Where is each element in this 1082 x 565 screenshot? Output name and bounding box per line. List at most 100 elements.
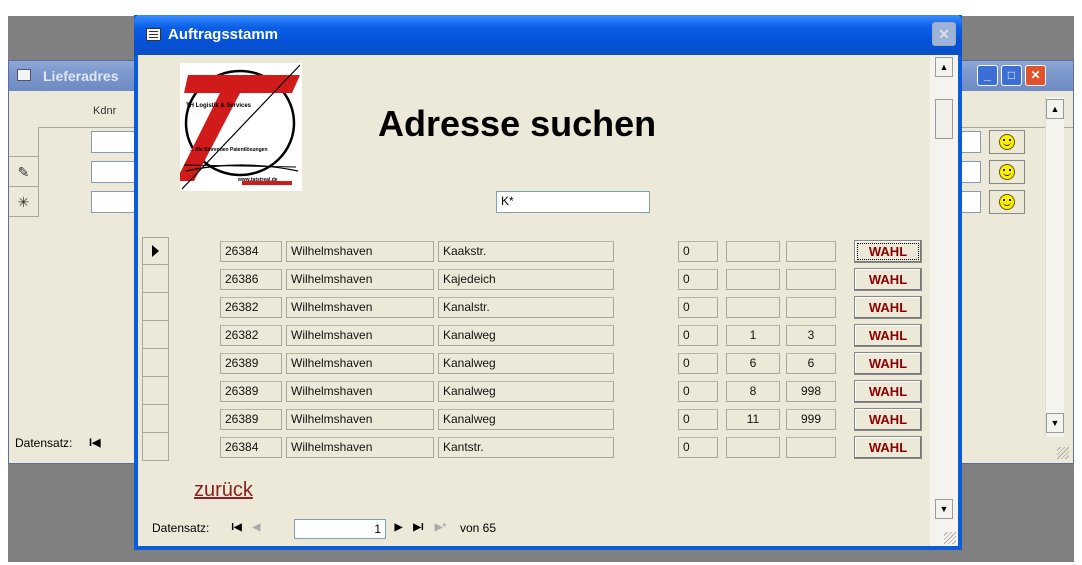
city-field[interactable]: Wilhelmshaven xyxy=(286,353,434,374)
house-from-field[interactable] xyxy=(726,269,780,290)
wahl-button[interactable]: WAHL xyxy=(854,324,922,347)
wahl-button[interactable]: WAHL xyxy=(854,436,922,459)
record-selector[interactable] xyxy=(142,433,169,461)
plz-field[interactable]: 26389 xyxy=(220,353,282,374)
scroll-thumb[interactable] xyxy=(935,99,953,139)
city-field[interactable]: Wilhelmshaven xyxy=(286,297,434,318)
house-from-field[interactable] xyxy=(726,437,780,458)
record-selector-new[interactable]: ✳ xyxy=(9,187,39,217)
city-field[interactable]: Wilhelmshaven xyxy=(286,241,434,262)
number-field[interactable]: 0 xyxy=(678,381,718,402)
table-row[interactable]: 26386 Wilhelmshaven Kajedeich 0 WAHL xyxy=(138,265,930,293)
plz-field[interactable]: 26384 xyxy=(220,437,282,458)
first-record-button[interactable]: I◀ xyxy=(228,519,245,537)
record-selector[interactable] xyxy=(142,349,169,377)
background-scrollbar[interactable]: ▲ ▼ xyxy=(1045,97,1064,437)
house-from-field[interactable] xyxy=(726,297,780,318)
right-field[interactable] xyxy=(961,131,981,153)
city-field[interactable]: Wilhelmshaven xyxy=(286,325,434,346)
next-record-button[interactable]: ▶ xyxy=(390,519,407,537)
house-from-field[interactable]: 6 xyxy=(726,353,780,374)
record-selector[interactable] xyxy=(142,377,169,405)
house-to-field[interactable] xyxy=(786,437,836,458)
city-field[interactable]: Wilhelmshaven xyxy=(286,269,434,290)
number-field[interactable]: 0 xyxy=(678,353,718,374)
house-to-field[interactable]: 999 xyxy=(786,409,836,430)
right-field[interactable] xyxy=(961,191,981,213)
wahl-button[interactable]: WAHL xyxy=(854,268,922,291)
house-to-field[interactable] xyxy=(786,297,836,318)
table-row[interactable]: 26384 Wilhelmshaven Kaakstr. 0 WAHL xyxy=(138,237,930,265)
table-row[interactable]: 26382 Wilhelmshaven Kanalweg 0 1 3 WAHL xyxy=(138,321,930,349)
number-field[interactable]: 0 xyxy=(678,437,718,458)
close-button[interactable]: ✕ xyxy=(1025,65,1046,86)
record-selector[interactable] xyxy=(142,265,169,293)
house-to-field[interactable] xyxy=(786,269,836,290)
plz-field[interactable]: 26382 xyxy=(220,325,282,346)
record-selector[interactable] xyxy=(9,127,39,157)
number-field[interactable]: 0 xyxy=(678,297,718,318)
wahl-button[interactable]: WAHL xyxy=(854,296,922,319)
right-field[interactable] xyxy=(961,161,981,183)
scroll-up-button[interactable]: ▲ xyxy=(935,57,953,77)
resize-grip[interactable] xyxy=(1057,447,1069,459)
city-field[interactable]: Wilhelmshaven xyxy=(286,437,434,458)
new-record-button[interactable]: ▶* xyxy=(432,519,449,537)
street-field[interactable]: Kaakstr. xyxy=(438,241,614,262)
house-to-field[interactable]: 998 xyxy=(786,381,836,402)
plz-field[interactable]: 26389 xyxy=(220,381,282,402)
wahl-button[interactable]: WAHL xyxy=(854,408,922,431)
street-field[interactable]: Kajedeich xyxy=(438,269,614,290)
plz-field[interactable]: 26382 xyxy=(220,297,282,318)
street-field[interactable]: Kantstr. xyxy=(438,437,614,458)
kdnr-field[interactable] xyxy=(91,161,135,183)
city-field[interactable]: Wilhelmshaven xyxy=(286,409,434,430)
street-field[interactable]: Kanalstr. xyxy=(438,297,614,318)
house-from-field[interactable]: 8 xyxy=(726,381,780,402)
last-record-button[interactable]: ▶I xyxy=(410,519,427,537)
scroll-down-button[interactable]: ▼ xyxy=(1046,413,1064,433)
close-button[interactable]: ✕ xyxy=(932,22,956,46)
table-row[interactable]: 26389 Wilhelmshaven Kanalweg 0 6 6 WAHL xyxy=(138,349,930,377)
street-field[interactable]: Kanalweg xyxy=(438,325,614,346)
street-field[interactable]: Kanalweg xyxy=(438,409,614,430)
street-field[interactable]: Kanalweg xyxy=(438,381,614,402)
wahl-button[interactable]: WAHL xyxy=(854,380,922,403)
number-field[interactable]: 0 xyxy=(678,325,718,346)
wahl-button[interactable]: WAHL xyxy=(854,352,922,375)
record-selector[interactable] xyxy=(142,293,169,321)
minimize-button[interactable]: _ xyxy=(977,65,998,86)
scroll-down-button[interactable]: ▼ xyxy=(935,499,953,519)
house-from-field[interactable]: 1 xyxy=(726,325,780,346)
house-from-field[interactable] xyxy=(726,241,780,262)
vertical-scrollbar[interactable]: ▲ ▼ xyxy=(930,55,958,546)
record-selector[interactable] xyxy=(142,321,169,349)
house-to-field[interactable]: 3 xyxy=(786,325,836,346)
record-selector-current[interactable] xyxy=(142,237,169,265)
table-row[interactable]: 26389 Wilhelmshaven Kanalweg 0 8 998 WAHL xyxy=(138,377,930,405)
previous-record-button[interactable]: ◀ xyxy=(248,519,265,537)
plz-field[interactable]: 26384 xyxy=(220,241,282,262)
number-field[interactable]: 0 xyxy=(678,241,718,262)
first-record-button[interactable]: I◀ xyxy=(89,436,101,449)
city-field[interactable]: Wilhelmshaven xyxy=(286,381,434,402)
resize-grip[interactable] xyxy=(944,532,956,544)
scroll-up-button[interactable]: ▲ xyxy=(1046,99,1064,119)
maximize-button[interactable]: □ xyxy=(1001,65,1022,86)
table-row[interactable]: 26389 Wilhelmshaven Kanalweg 0 11 999 WAHL xyxy=(138,405,930,433)
main-window-titlebar[interactable]: Auftragsstamm ✕ xyxy=(134,15,962,55)
smiley-button[interactable] xyxy=(989,190,1025,214)
number-field[interactable]: 0 xyxy=(678,269,718,290)
kdnr-field[interactable] xyxy=(91,191,135,213)
house-from-field[interactable]: 11 xyxy=(726,409,780,430)
house-to-field[interactable] xyxy=(786,241,836,262)
record-selector-edit[interactable]: ✎ xyxy=(9,157,39,187)
smiley-button[interactable] xyxy=(989,130,1025,154)
kdnr-field[interactable] xyxy=(91,131,135,153)
smiley-button[interactable] xyxy=(989,160,1025,184)
back-link[interactable]: zurück xyxy=(194,479,253,502)
record-number-field[interactable]: 1 xyxy=(294,519,386,539)
house-to-field[interactable]: 6 xyxy=(786,353,836,374)
table-row[interactable]: 26382 Wilhelmshaven Kanalstr. 0 WAHL xyxy=(138,293,930,321)
number-field[interactable]: 0 xyxy=(678,409,718,430)
